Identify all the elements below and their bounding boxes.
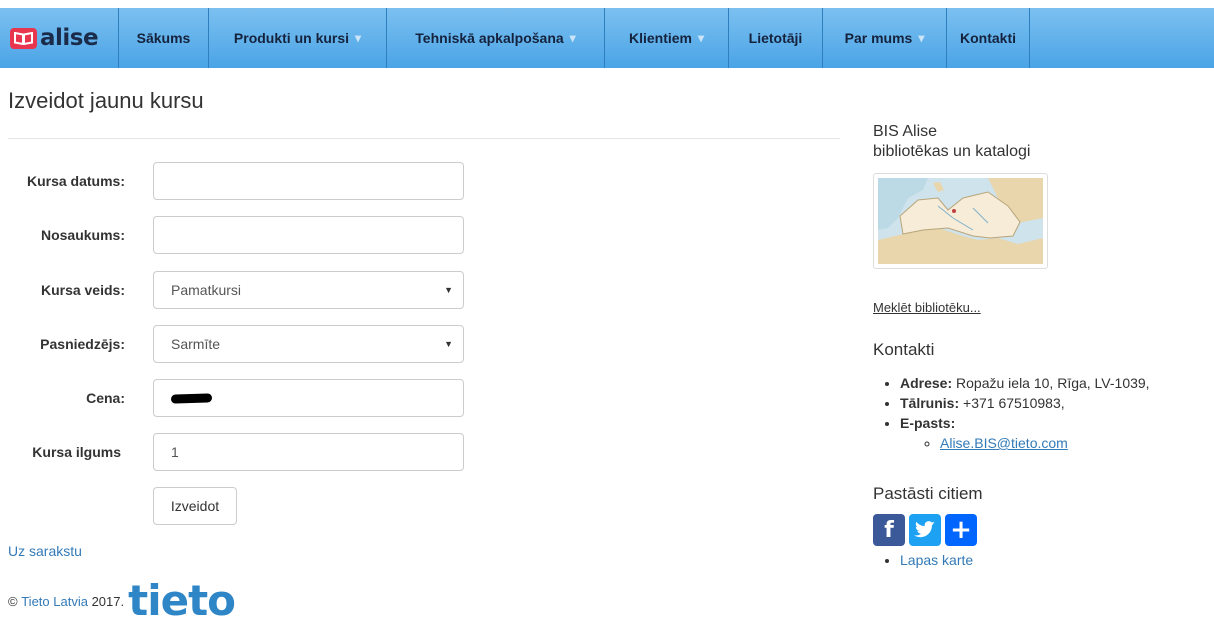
nav-label: Lietotāji bbox=[748, 30, 803, 46]
share-buttons: f + bbox=[873, 514, 981, 546]
latvia-map-image bbox=[878, 178, 1043, 264]
email-link[interactable]: Alise.BIS@tieto.com bbox=[940, 435, 1068, 451]
name-input[interactable] bbox=[153, 216, 464, 254]
copyright-symbol: © bbox=[8, 593, 18, 609]
sitemap-link[interactable]: Lapas karte bbox=[900, 552, 973, 568]
nav-label: Sākums bbox=[136, 30, 191, 46]
divider bbox=[8, 138, 840, 139]
address-label: Adrese: bbox=[900, 375, 953, 391]
tieto-logo: tieto bbox=[128, 576, 236, 625]
sitemap-list: Lapas karte bbox=[900, 552, 973, 568]
create-button[interactable]: Izveidot bbox=[153, 487, 237, 525]
top-navbar: alise Sākums Produkti un kursi ▾ Tehnisk… bbox=[0, 0, 1214, 68]
nav-item-tehniska[interactable]: Tehniskā apkalpošana ▾ bbox=[386, 8, 604, 68]
search-library-link[interactable]: Meklēt bibliotēku... bbox=[873, 300, 981, 315]
book-icon bbox=[10, 27, 37, 49]
duration-input[interactable]: 1 bbox=[153, 433, 464, 471]
email-item: E-pasts: Alise.BIS@tieto.com bbox=[900, 413, 1150, 453]
address-value: Ropažu iela 10, Rīga, LV-1039, bbox=[956, 375, 1150, 391]
footer: © Tieto Latvia 2017. tieto bbox=[8, 576, 236, 625]
caret-down-icon: ▾ bbox=[355, 31, 362, 45]
nav-label: Produkti un kursi bbox=[233, 30, 350, 46]
duration-label: Kursa ilgums bbox=[32, 444, 121, 460]
brand-logo[interactable]: alise bbox=[0, 8, 118, 68]
nav-label: Tehniskā apkalpošana bbox=[415, 30, 564, 46]
latvia-map-thumbnail[interactable] bbox=[873, 173, 1048, 269]
nav-label: Klientiem bbox=[628, 30, 692, 46]
nav-item-sakums[interactable]: Sākums bbox=[118, 8, 208, 68]
twitter-icon[interactable] bbox=[909, 514, 941, 546]
email-sub-item: Alise.BIS@tieto.com bbox=[940, 433, 1150, 453]
date-input[interactable] bbox=[153, 162, 464, 200]
dropdown-arrow-icon: ▼ bbox=[444, 339, 453, 349]
phone-label: Tālrunis: bbox=[900, 395, 960, 411]
course-type-value: Pamatkursi bbox=[171, 282, 242, 298]
teacher-label: Pasniedzējs: bbox=[40, 336, 125, 352]
brand-name: alise bbox=[40, 25, 99, 51]
sidebar-heading-line1: BIS Alise bbox=[873, 123, 938, 140]
nav-label: Par mums bbox=[844, 30, 913, 46]
nav-item-klientiem[interactable]: Klientiem ▾ bbox=[604, 8, 728, 68]
nav-item-par-mums[interactable]: Par mums ▾ bbox=[822, 8, 946, 68]
price-input[interactable] bbox=[153, 379, 464, 417]
nav-item-produkti[interactable]: Produkti un kursi ▾ bbox=[208, 8, 386, 68]
duration-value: 1 bbox=[171, 444, 179, 460]
copyright-year: 2017. bbox=[91, 593, 125, 609]
redacted-value bbox=[170, 392, 213, 404]
dropdown-arrow-icon: ▼ bbox=[444, 285, 453, 295]
nav-item-kontakti[interactable]: Kontakti bbox=[946, 8, 1030, 68]
sidebar-heading-line2: bibliotēkas un katalogi bbox=[873, 143, 1031, 160]
facebook-icon[interactable]: f bbox=[873, 514, 905, 546]
caret-down-icon: ▾ bbox=[918, 31, 925, 45]
sitemap-item: Lapas karte bbox=[900, 552, 973, 568]
back-to-list-link[interactable]: Uz sarakstu bbox=[8, 543, 82, 559]
nav-item-lietotaji[interactable]: Lietotāji bbox=[728, 8, 822, 68]
contacts-heading: Kontakti bbox=[873, 340, 935, 359]
contact-list: Adrese: Ropažu iela 10, Rīga, LV-1039, T… bbox=[900, 373, 1150, 453]
type-label: Kursa veids: bbox=[40, 282, 125, 298]
email-label: E-pasts: bbox=[900, 415, 956, 431]
plus-icon[interactable]: + bbox=[945, 514, 977, 546]
address-item: Adrese: Ropažu iela 10, Rīga, LV-1039, bbox=[900, 373, 1150, 393]
teacher-select[interactable]: Sarmīte ▼ bbox=[153, 325, 464, 363]
page-title: Izveidot jaunu kursu bbox=[8, 88, 204, 113]
nav-label: Kontakti bbox=[960, 30, 1016, 46]
teacher-value: Sarmīte bbox=[171, 336, 221, 352]
price-label: Cena: bbox=[86, 390, 125, 406]
main-menu: Sākums Produkti un kursi ▾ Tehniskā apka… bbox=[118, 8, 1030, 68]
tieto-latvia-link[interactable]: Tieto Latvia bbox=[21, 594, 88, 609]
caret-down-icon: ▾ bbox=[697, 31, 705, 45]
date-label: Kursa datums: bbox=[26, 173, 125, 189]
share-heading: Pastāsti citiem bbox=[873, 484, 983, 503]
caret-down-icon: ▾ bbox=[569, 31, 576, 45]
phone-value: +371 67510983, bbox=[963, 395, 1065, 411]
name-label: Nosaukums: bbox=[40, 227, 125, 243]
course-type-select[interactable]: Pamatkursi ▼ bbox=[153, 271, 464, 309]
phone-item: Tālrunis: +371 67510983, bbox=[900, 393, 1150, 413]
sidebar-heading: BIS Alise bibliotēkas un katalogi bbox=[873, 122, 1030, 162]
